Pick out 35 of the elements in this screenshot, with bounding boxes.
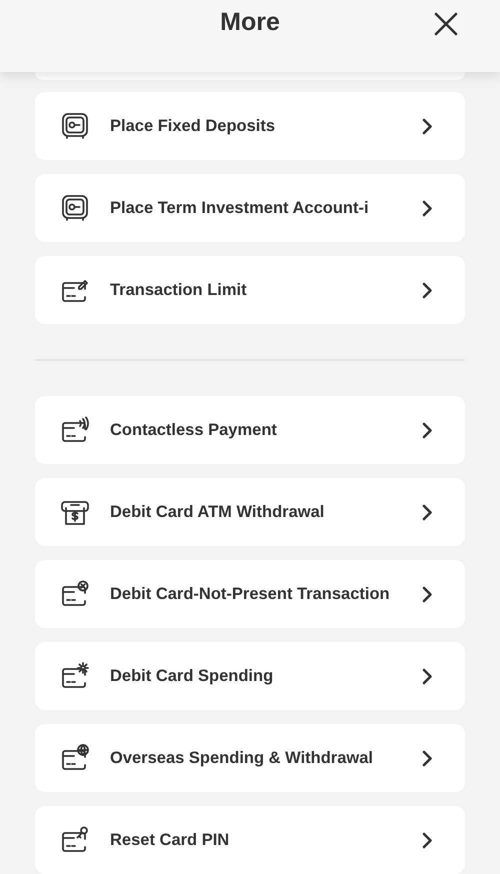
- card-cross-icon: [59, 579, 91, 609]
- item-label: Debit Card-Not-Present Transaction: [110, 584, 391, 605]
- chevron-right-icon: [422, 422, 433, 438]
- menu-item[interactable]: Contactless Payment: [35, 396, 465, 464]
- card-globe-icon: [59, 743, 91, 773]
- chevron-right-icon: [422, 750, 433, 766]
- menu-item[interactable]: Place Fixed Deposits: [35, 92, 465, 160]
- card-wave-icon: [59, 415, 91, 445]
- item-label: Place Term Investment Account-i: [110, 198, 370, 219]
- chevron-right-icon: [422, 832, 433, 848]
- item-label: Place Fixed Deposits: [110, 116, 276, 137]
- close-button[interactable]: [432, 10, 460, 38]
- card-key-icon: [59, 825, 91, 855]
- menu-item[interactable]: Overseas Spending & Withdrawal: [35, 724, 465, 792]
- chevron-right-icon: [422, 200, 433, 216]
- item-label: Debit Card ATM Withdrawal: [110, 502, 326, 523]
- menu-item[interactable]: Debit Card Spending: [35, 642, 465, 710]
- chevron-right-icon: [422, 282, 433, 298]
- item-label: Transaction Limit: [110, 280, 248, 301]
- menu-item[interactable]: Transaction Limit: [35, 256, 465, 324]
- chevron-right-icon: [422, 504, 433, 520]
- menu-item[interactable]: Place Term Investment Account-i: [35, 174, 465, 242]
- chevron-right-icon: [422, 668, 433, 684]
- safe-icon: [59, 111, 91, 141]
- item-label: Debit Card Spending: [110, 666, 274, 687]
- chevron-right-icon: [422, 586, 433, 602]
- menu-item[interactable]: Reset Card PIN: [35, 806, 465, 874]
- menu-item[interactable]: Debit Card ATM Withdrawal: [35, 478, 465, 546]
- page-title: More: [220, 7, 280, 38]
- item-label: Contactless Payment: [110, 420, 278, 441]
- safe-icon: [59, 193, 91, 223]
- menu-item[interactable]: Debit Card-Not-Present Transaction: [35, 560, 465, 628]
- item-label: Reset Card PIN: [110, 830, 230, 851]
- item-label: Overseas Spending & Withdrawal: [110, 748, 374, 769]
- chevron-right-icon: [422, 118, 433, 134]
